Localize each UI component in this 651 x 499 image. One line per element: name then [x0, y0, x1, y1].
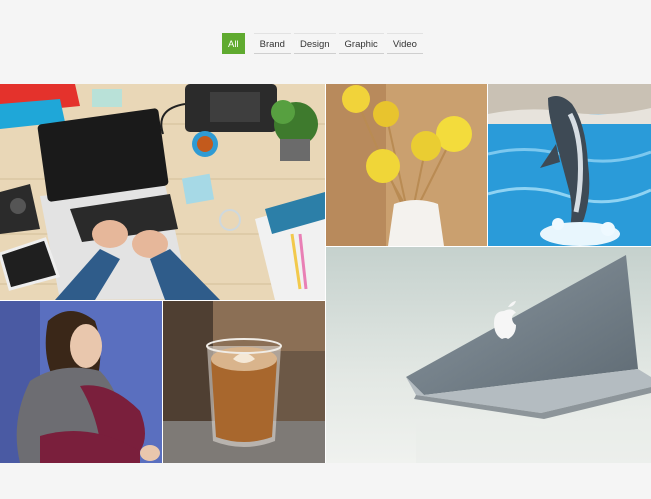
coffee-photo — [163, 301, 325, 463]
workspace-photo — [0, 84, 325, 300]
filter-video-button[interactable]: Video — [386, 33, 423, 54]
portfolio-gallery-grid — [0, 84, 651, 463]
filter-all-button[interactable]: All — [222, 33, 245, 54]
filter-design-button[interactable]: Design — [293, 33, 336, 54]
woman-photo — [0, 301, 162, 463]
gallery-item-coffee[interactable] — [163, 301, 325, 463]
gallery-item-flowers[interactable] — [326, 84, 487, 246]
portfolio-filter-bar: All Brand Design Graphic Video — [0, 33, 651, 54]
flowers-photo — [326, 84, 487, 246]
filter-brand-button[interactable]: Brand — [253, 33, 291, 54]
gallery-item-woman[interactable] — [0, 301, 162, 463]
macbook-photo — [326, 247, 651, 463]
filter-graphic-button[interactable]: Graphic — [338, 33, 384, 54]
gallery-item-workspace[interactable] — [0, 84, 325, 300]
dolphin-photo — [488, 84, 651, 246]
gallery-item-macbook[interactable] — [326, 247, 651, 463]
gallery-item-dolphin[interactable] — [488, 84, 651, 246]
